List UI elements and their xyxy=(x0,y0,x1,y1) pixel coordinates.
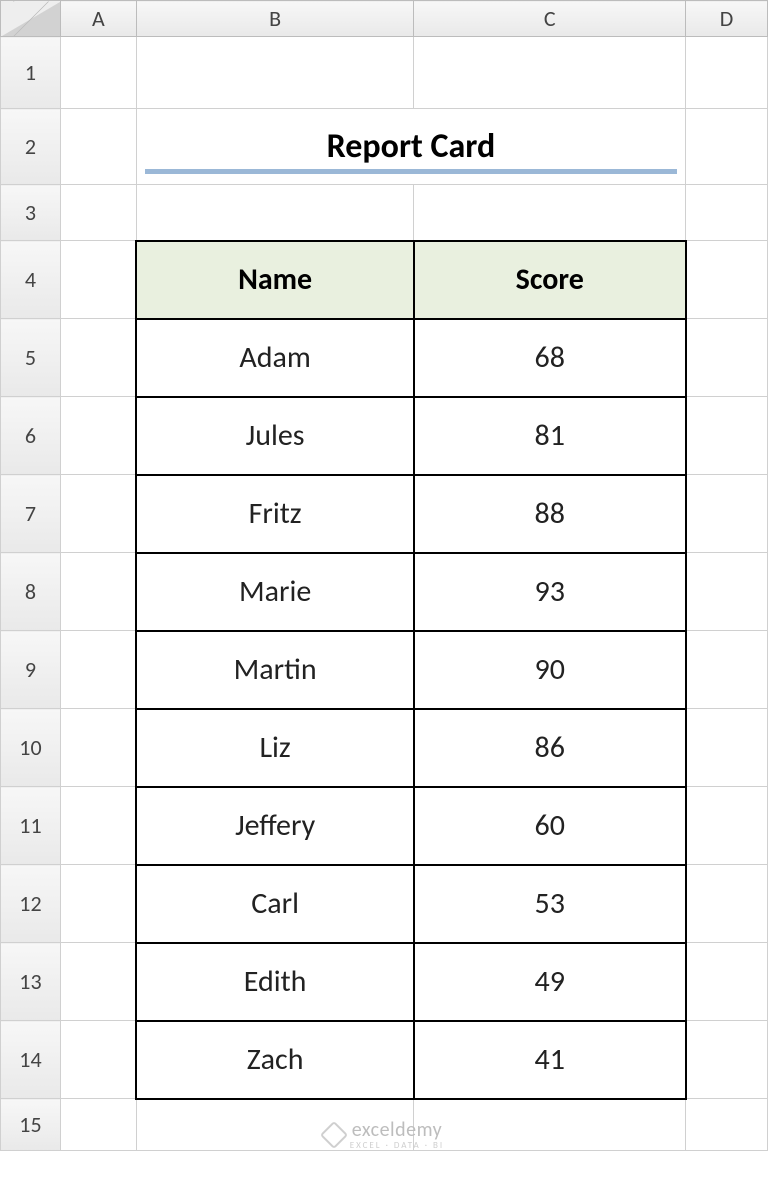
cell-A4[interactable] xyxy=(60,241,136,319)
cell-score-3[interactable]: 93 xyxy=(414,553,686,631)
row-3: 3 xyxy=(1,185,768,241)
row-1: 1 xyxy=(1,37,768,109)
cell-A1[interactable] xyxy=(60,37,136,109)
cell-score-2[interactable]: 88 xyxy=(414,475,686,553)
col-header-C[interactable]: C xyxy=(414,1,686,37)
cell-D3[interactable] xyxy=(686,185,768,241)
cell-A8[interactable] xyxy=(60,553,136,631)
cell-name-8[interactable]: Edith xyxy=(136,943,414,1021)
table-header-score[interactable]: Score xyxy=(414,241,686,319)
cell-C1[interactable] xyxy=(414,37,686,109)
cell-B1[interactable] xyxy=(136,37,414,109)
cell-A10[interactable] xyxy=(60,709,136,787)
cell-C3[interactable] xyxy=(414,185,686,241)
cell-D8[interactable] xyxy=(686,553,768,631)
cell-D2[interactable] xyxy=(686,109,768,185)
cell-D15[interactable] xyxy=(686,1099,768,1151)
cell-B3[interactable] xyxy=(136,185,414,241)
cell-D11[interactable] xyxy=(686,787,768,865)
row-header-7[interactable]: 7 xyxy=(1,475,61,553)
cell-A14[interactable] xyxy=(60,1021,136,1099)
row-header-4[interactable]: 4 xyxy=(1,241,61,319)
cell-name-4[interactable]: Martin xyxy=(136,631,414,709)
row-12: 12 Carl 53 xyxy=(1,865,768,943)
cell-name-3[interactable]: Marie xyxy=(136,553,414,631)
cell-name-9[interactable]: Zach xyxy=(136,1021,414,1099)
row-header-9[interactable]: 9 xyxy=(1,631,61,709)
row-10: 10 Liz 86 xyxy=(1,709,768,787)
cell-A11[interactable] xyxy=(60,787,136,865)
row-header-13[interactable]: 13 xyxy=(1,943,61,1021)
cell-score-6[interactable]: 60 xyxy=(414,787,686,865)
cell-score-8[interactable]: 49 xyxy=(414,943,686,1021)
cell-score-1[interactable]: 81 xyxy=(414,397,686,475)
cell-name-1[interactable]: Jules xyxy=(136,397,414,475)
row-13: 13 Edith 49 xyxy=(1,943,768,1021)
cell-D6[interactable] xyxy=(686,397,768,475)
select-all-corner[interactable] xyxy=(1,1,61,37)
row-header-6[interactable]: 6 xyxy=(1,397,61,475)
cell-A15[interactable] xyxy=(60,1099,136,1151)
row-header-8[interactable]: 8 xyxy=(1,553,61,631)
row-header-2[interactable]: 2 xyxy=(1,109,61,185)
row-15: 15 xyxy=(1,1099,768,1151)
cell-A12[interactable] xyxy=(60,865,136,943)
cell-score-7[interactable]: 53 xyxy=(414,865,686,943)
spreadsheet-grid[interactable]: A B C D 1 2 Report Card 3 4 Name Score xyxy=(0,0,768,1151)
table-header-name[interactable]: Name xyxy=(136,241,414,319)
cell-D1[interactable] xyxy=(686,37,768,109)
cell-score-0[interactable]: 68 xyxy=(414,319,686,397)
row-header-14[interactable]: 14 xyxy=(1,1021,61,1099)
row-header-15[interactable]: 15 xyxy=(1,1099,61,1151)
cell-score-4[interactable]: 90 xyxy=(414,631,686,709)
cell-score-5[interactable]: 86 xyxy=(414,709,686,787)
title-underline xyxy=(145,169,677,174)
row-8: 8 Marie 93 xyxy=(1,553,768,631)
cell-C15[interactable] xyxy=(414,1099,686,1151)
column-header-row: A B C D xyxy=(1,1,768,37)
cell-D9[interactable] xyxy=(686,631,768,709)
row-6: 6 Jules 81 xyxy=(1,397,768,475)
col-header-A[interactable]: A xyxy=(60,1,136,37)
cell-A3[interactable] xyxy=(60,185,136,241)
row-header-12[interactable]: 12 xyxy=(1,865,61,943)
row-4: 4 Name Score xyxy=(1,241,768,319)
row-11: 11 Jeffery 60 xyxy=(1,787,768,865)
col-header-D[interactable]: D xyxy=(686,1,768,37)
cell-D7[interactable] xyxy=(686,475,768,553)
cell-name-6[interactable]: Jeffery xyxy=(136,787,414,865)
cell-A2[interactable] xyxy=(60,109,136,185)
cell-A5[interactable] xyxy=(60,319,136,397)
cell-name-5[interactable]: Liz xyxy=(136,709,414,787)
cell-D4[interactable] xyxy=(686,241,768,319)
row-7: 7 Fritz 88 xyxy=(1,475,768,553)
cell-D5[interactable] xyxy=(686,319,768,397)
cell-D10[interactable] xyxy=(686,709,768,787)
row-header-5[interactable]: 5 xyxy=(1,319,61,397)
title-text: Report Card xyxy=(327,126,496,167)
row-2: 2 Report Card xyxy=(1,109,768,185)
row-header-3[interactable]: 3 xyxy=(1,185,61,241)
cell-A7[interactable] xyxy=(60,475,136,553)
cell-A6[interactable] xyxy=(60,397,136,475)
title-cell[interactable]: Report Card xyxy=(136,109,685,185)
cell-name-7[interactable]: Carl xyxy=(136,865,414,943)
cell-name-2[interactable]: Fritz xyxy=(136,475,414,553)
cell-D13[interactable] xyxy=(686,943,768,1021)
row-header-1[interactable]: 1 xyxy=(1,37,61,109)
row-14: 14 Zach 41 xyxy=(1,1021,768,1099)
cell-B15[interactable] xyxy=(136,1099,414,1151)
cell-A13[interactable] xyxy=(60,943,136,1021)
cell-D14[interactable] xyxy=(686,1021,768,1099)
row-5: 5 Adam 68 xyxy=(1,319,768,397)
cell-A9[interactable] xyxy=(60,631,136,709)
cell-D12[interactable] xyxy=(686,865,768,943)
col-header-B[interactable]: B xyxy=(136,1,414,37)
row-header-10[interactable]: 10 xyxy=(1,709,61,787)
cell-name-0[interactable]: Adam xyxy=(136,319,414,397)
cell-score-9[interactable]: 41 xyxy=(414,1021,686,1099)
row-9: 9 Martin 90 xyxy=(1,631,768,709)
row-header-11[interactable]: 11 xyxy=(1,787,61,865)
